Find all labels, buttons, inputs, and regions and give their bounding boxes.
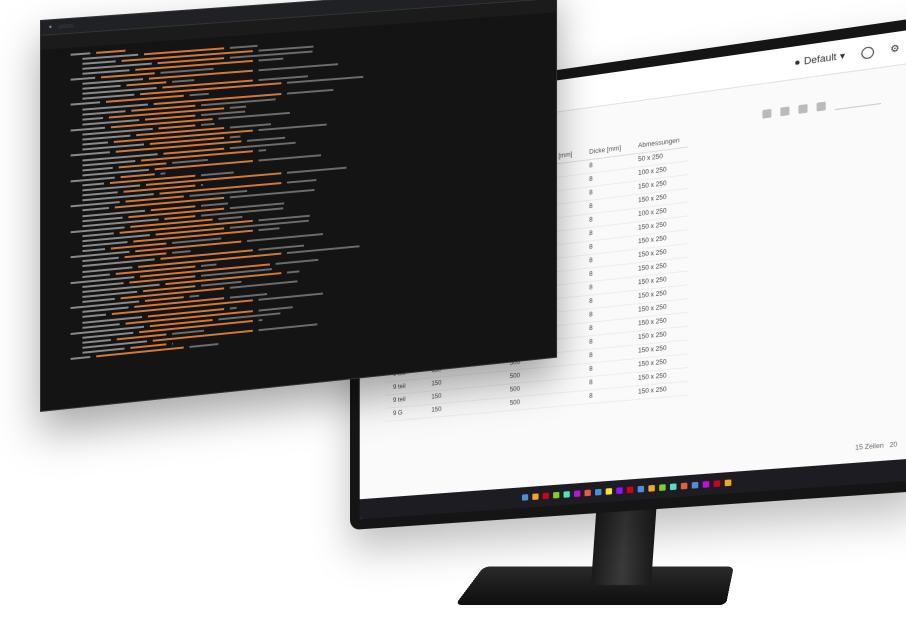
chevron-down-icon: ▾ xyxy=(839,49,846,62)
taskbar-app-icon[interactable] xyxy=(669,483,677,491)
taskbar-app-icon[interactable] xyxy=(637,485,645,493)
taskbar-app-icon[interactable] xyxy=(605,488,613,495)
terminal-tab[interactable] xyxy=(57,23,74,29)
user-menu[interactable]: ● Default ▾ xyxy=(794,50,845,69)
user-icon: ● xyxy=(794,56,801,69)
taskbar-app-icon[interactable] xyxy=(553,491,560,499)
taskbar-app-icon[interactable] xyxy=(616,487,623,495)
export-icon[interactable] xyxy=(762,108,772,119)
filter-icon[interactable] xyxy=(798,104,808,114)
taskbar-app-icon[interactable] xyxy=(648,484,655,492)
help-icon[interactable] xyxy=(861,45,874,60)
table-cell: 8 xyxy=(580,386,630,405)
refresh-icon[interactable] xyxy=(780,106,790,117)
taskbar-app-icon[interactable] xyxy=(595,488,602,496)
taskbar-app-icon[interactable] xyxy=(573,490,581,498)
taskbar xyxy=(359,458,906,520)
taskbar-app-icon[interactable] xyxy=(713,480,721,488)
window-dot-icon: ● xyxy=(48,24,52,31)
taskbar-app-icon[interactable] xyxy=(522,494,529,501)
taskbar-app-icon[interactable] xyxy=(584,489,591,497)
rows-per-page[interactable]: 15 Zeilen xyxy=(855,443,884,452)
search-input[interactable] xyxy=(834,94,882,111)
user-label: Default xyxy=(803,51,837,67)
taskbar-app-icon[interactable] xyxy=(542,492,549,500)
taskbar-app-icon[interactable] xyxy=(680,482,688,490)
page-indicator: 20 xyxy=(889,442,898,450)
taskbar-app-icon[interactable] xyxy=(626,486,634,494)
taskbar-app-icon[interactable] xyxy=(659,484,666,491)
taskbar-app-icon[interactable] xyxy=(563,491,570,498)
taskbar-app-icon[interactable] xyxy=(691,481,699,489)
terminal-output xyxy=(41,12,556,368)
terminal-window: ● xyxy=(40,0,558,412)
table-cell: 9 G xyxy=(385,404,424,422)
taskbar-app-icon[interactable] xyxy=(702,481,710,488)
taskbar-app-icon[interactable] xyxy=(532,493,539,501)
taskbar-app-icon[interactable] xyxy=(724,479,732,487)
table-footer: 15 Zeilen 20 xyxy=(855,442,897,452)
columns-icon[interactable] xyxy=(816,101,826,112)
gear-icon[interactable]: ⚙ xyxy=(890,42,899,55)
